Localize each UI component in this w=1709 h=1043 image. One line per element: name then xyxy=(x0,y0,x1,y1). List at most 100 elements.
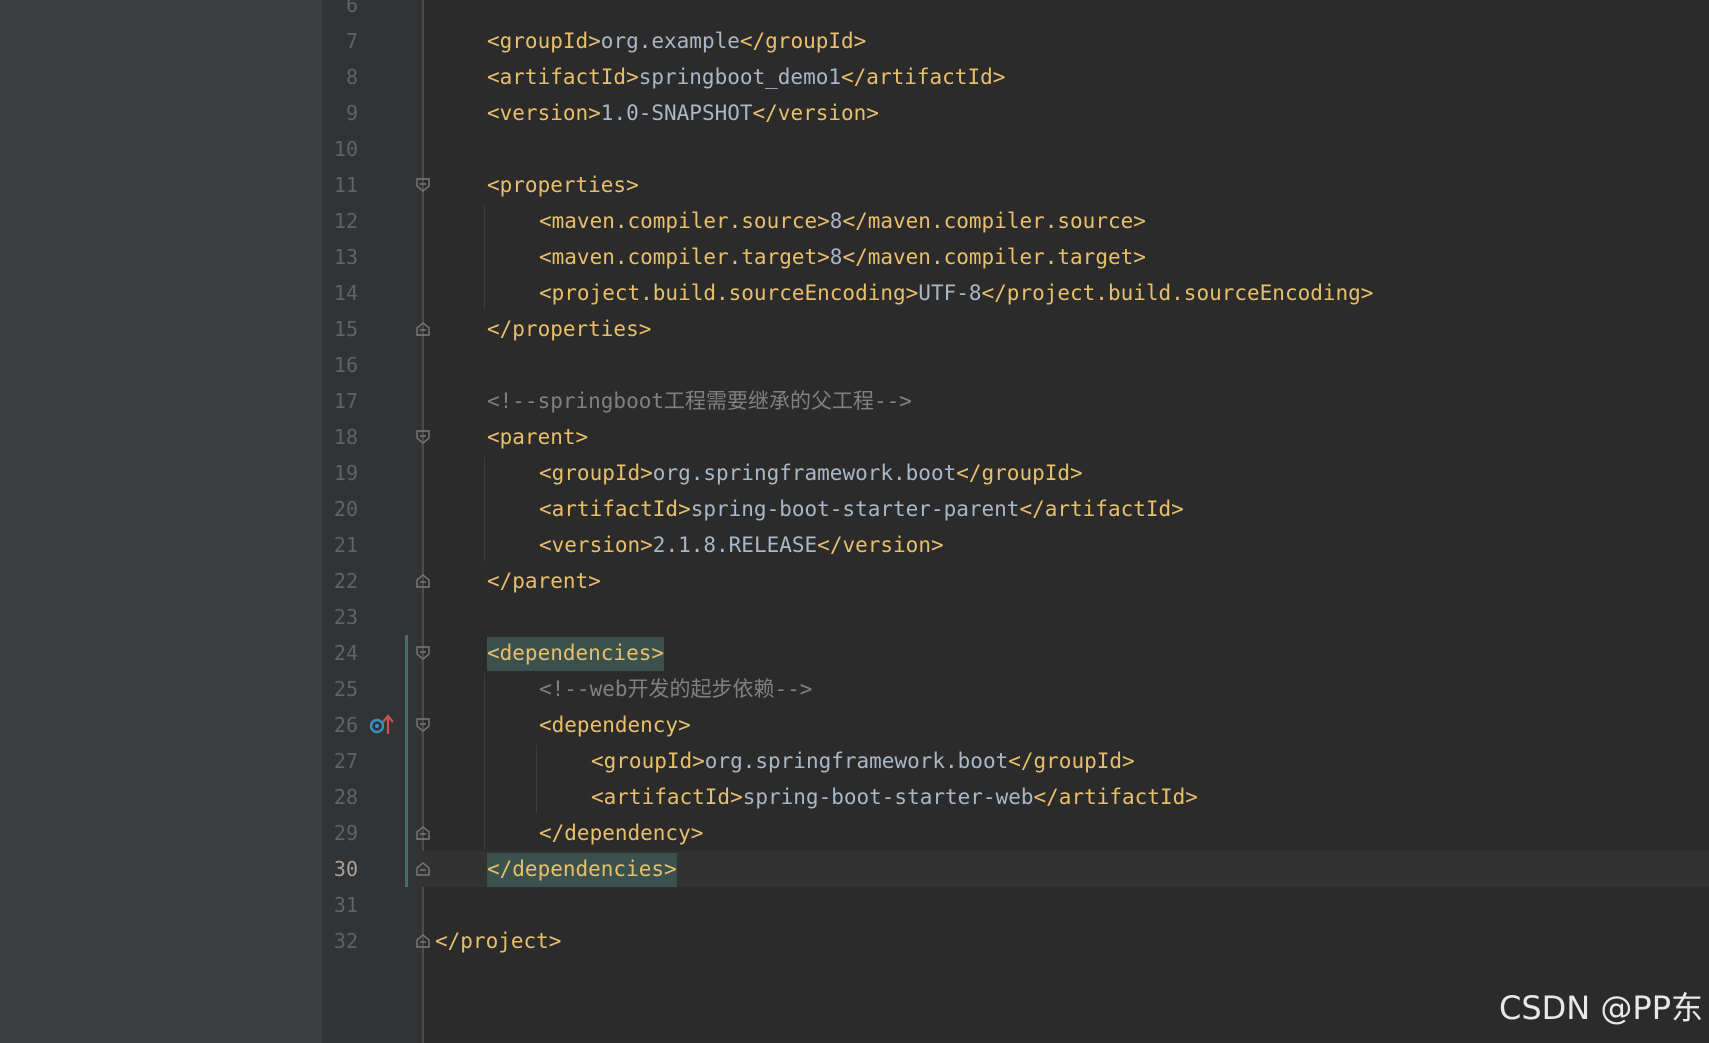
fold-close-icon[interactable] xyxy=(414,932,432,950)
code-text[interactable]: <artifactId>springboot_demo1</artifactId… xyxy=(487,59,1005,95)
line-number[interactable]: 24 xyxy=(322,635,358,671)
code-text[interactable]: <!--springboot工程需要继承的父工程--> xyxy=(487,383,912,419)
code-line[interactable]: 28 <artifactId>spring-boot-starter-web</a… xyxy=(0,779,1709,815)
line-number[interactable]: 18 xyxy=(322,419,358,455)
code-text[interactable]: <dependency> xyxy=(539,707,691,743)
line-number[interactable]: 25 xyxy=(322,671,358,707)
code-line[interactable]: 20 <artifactId>spring-boot-starter-parent… xyxy=(0,491,1709,527)
fold-open-icon[interactable] xyxy=(414,176,432,194)
code-text[interactable]: <groupId>org.example</groupId> xyxy=(487,23,866,59)
code-line[interactable]: 21 <version>2.1.8.RELEASE</version> xyxy=(0,527,1709,563)
line-number[interactable]: 14 xyxy=(322,275,358,311)
xml-comment: <!--springboot工程需要继承的父工程--> xyxy=(487,389,912,413)
code-text[interactable]: <version>2.1.8.RELEASE</version> xyxy=(539,527,944,563)
override-marker-icon[interactable] xyxy=(369,714,395,736)
line-number[interactable]: 32 xyxy=(322,923,358,959)
code-line[interactable]: 18 <parent> xyxy=(0,419,1709,455)
line-number[interactable]: 31 xyxy=(322,887,358,923)
fold-close-icon[interactable] xyxy=(414,824,432,842)
code-line[interactable]: 10 xyxy=(0,131,1709,167)
code-line[interactable]: 11 <properties> xyxy=(0,167,1709,203)
code-text[interactable]: </properties> xyxy=(487,311,651,347)
code-text[interactable]: <dependencies> xyxy=(487,635,665,671)
line-number[interactable]: 16 xyxy=(322,347,358,383)
line-number[interactable]: 21 xyxy=(322,527,358,563)
code-line[interactable]: 25 <!--web开发的起步依赖--> xyxy=(0,671,1709,707)
code-text[interactable]: <groupId>org.springframework.boot</group… xyxy=(591,743,1135,779)
xml-text: springboot_demo1 xyxy=(638,65,842,89)
code-line[interactable]: 17 <!--springboot工程需要继承的父工程--> xyxy=(0,383,1709,419)
code-line[interactable]: 15 </properties> xyxy=(0,311,1709,347)
xml-text: org.example xyxy=(600,29,740,53)
line-number[interactable]: 12 xyxy=(322,203,358,239)
xml-tag: </groupId> xyxy=(1008,749,1135,773)
line-number[interactable]: 7 xyxy=(322,23,358,59)
code-text[interactable]: <maven.compiler.source>8</maven.compiler… xyxy=(539,203,1146,239)
xml-tag: <version> xyxy=(539,533,653,557)
code-line[interactable]: 22 </parent> xyxy=(0,563,1709,599)
code-line[interactable]: 31 xyxy=(0,887,1709,923)
code-line[interactable]: 32 </project> xyxy=(0,923,1709,959)
xml-tag: </project.build.sourceEncoding> xyxy=(981,281,1374,305)
code-line[interactable]: 6 xyxy=(0,0,1709,23)
line-number[interactable]: 29 xyxy=(322,815,358,851)
code-line[interactable]: 8 <artifactId>springboot_demo1</artifactI… xyxy=(0,59,1709,95)
code-line[interactable]: 30 </dependencies> xyxy=(0,851,1709,887)
code-line[interactable]: 26 <dependency> xyxy=(0,707,1709,743)
xml-tag: <groupId> xyxy=(487,29,601,53)
fold-open-icon[interactable] xyxy=(414,428,432,446)
code-text[interactable]: </parent> xyxy=(487,563,601,599)
line-number[interactable]: 17 xyxy=(322,383,358,419)
xml-text: 2.1.8.RELEASE xyxy=(652,533,818,557)
code-text[interactable]: </dependency> xyxy=(539,815,703,851)
fold-open-icon[interactable] xyxy=(414,716,432,734)
line-number[interactable]: 8 xyxy=(322,59,358,95)
code-line[interactable]: 24 <dependencies> xyxy=(0,635,1709,671)
fold-close-icon[interactable] xyxy=(414,860,432,878)
fold-close-icon[interactable] xyxy=(414,572,432,590)
code-text[interactable]: <version>1.0-SNAPSHOT</version> xyxy=(487,95,879,131)
code-line[interactable]: 19 <groupId>org.springframework.boot</gro… xyxy=(0,455,1709,491)
fold-open-icon[interactable] xyxy=(414,644,432,662)
xml-tag: <maven.compiler.source> xyxy=(539,209,830,233)
code-text[interactable]: <groupId>org.springframework.boot</group… xyxy=(539,455,1083,491)
code-line[interactable]: 29 </dependency> xyxy=(0,815,1709,851)
line-number[interactable]: 11 xyxy=(322,167,358,203)
line-number[interactable]: 26 xyxy=(322,707,358,743)
line-number[interactable]: 13 xyxy=(322,239,358,275)
code-text[interactable]: <artifactId>spring-boot-starter-web</art… xyxy=(591,779,1198,815)
line-number[interactable]: 6 xyxy=(322,0,358,23)
ide-window: 6 7 <groupId>org.example</groupId> 8 <artifa… xyxy=(0,0,1709,1043)
line-number[interactable]: 30 xyxy=(322,851,358,887)
xml-tag: </maven.compiler.source> xyxy=(842,209,1146,233)
code-line[interactable]: 12 <maven.compiler.source>8</maven.compil… xyxy=(0,203,1709,239)
fold-close-icon[interactable] xyxy=(414,320,432,338)
vcs-change-marker[interactable] xyxy=(405,635,408,887)
code-line[interactable]: 23 xyxy=(0,599,1709,635)
code-line[interactable]: 16 xyxy=(0,347,1709,383)
line-number[interactable]: 23 xyxy=(322,599,358,635)
line-number[interactable]: 19 xyxy=(322,455,358,491)
code-line[interactable]: 9 <version>1.0-SNAPSHOT</version> xyxy=(0,95,1709,131)
line-number[interactable]: 15 xyxy=(322,311,358,347)
line-number[interactable]: 22 xyxy=(322,563,358,599)
line-number[interactable]: 27 xyxy=(322,743,358,779)
line-number[interactable]: 9 xyxy=(322,95,358,131)
code-line[interactable]: 14 <project.build.sourceEncoding>UTF-8</p… xyxy=(0,275,1709,311)
code-text[interactable]: </dependencies> xyxy=(487,851,677,887)
code-text[interactable]: <properties> xyxy=(487,167,639,203)
xml-tag: </artifactId> xyxy=(1019,497,1184,521)
xml-text: 1.0-SNAPSHOT xyxy=(600,101,753,125)
code-text[interactable]: <!--web开发的起步依赖--> xyxy=(539,671,812,707)
code-text[interactable]: <maven.compiler.target>8</maven.compiler… xyxy=(539,239,1146,275)
line-number[interactable]: 20 xyxy=(322,491,358,527)
code-text[interactable]: <artifactId>spring-boot-starter-parent</… xyxy=(539,491,1184,527)
code-line[interactable]: 7 <groupId>org.example</groupId> xyxy=(0,23,1709,59)
code-text[interactable]: </project> xyxy=(435,923,561,959)
line-number[interactable]: 10 xyxy=(322,131,358,167)
line-number[interactable]: 28 xyxy=(322,779,358,815)
code-text[interactable]: <project.build.sourceEncoding>UTF-8</pro… xyxy=(539,275,1373,311)
code-text[interactable]: <parent> xyxy=(487,419,588,455)
code-line[interactable]: 13 <maven.compiler.target>8</maven.compil… xyxy=(0,239,1709,275)
code-line[interactable]: 27 <groupId>org.springframework.boot</gro… xyxy=(0,743,1709,779)
